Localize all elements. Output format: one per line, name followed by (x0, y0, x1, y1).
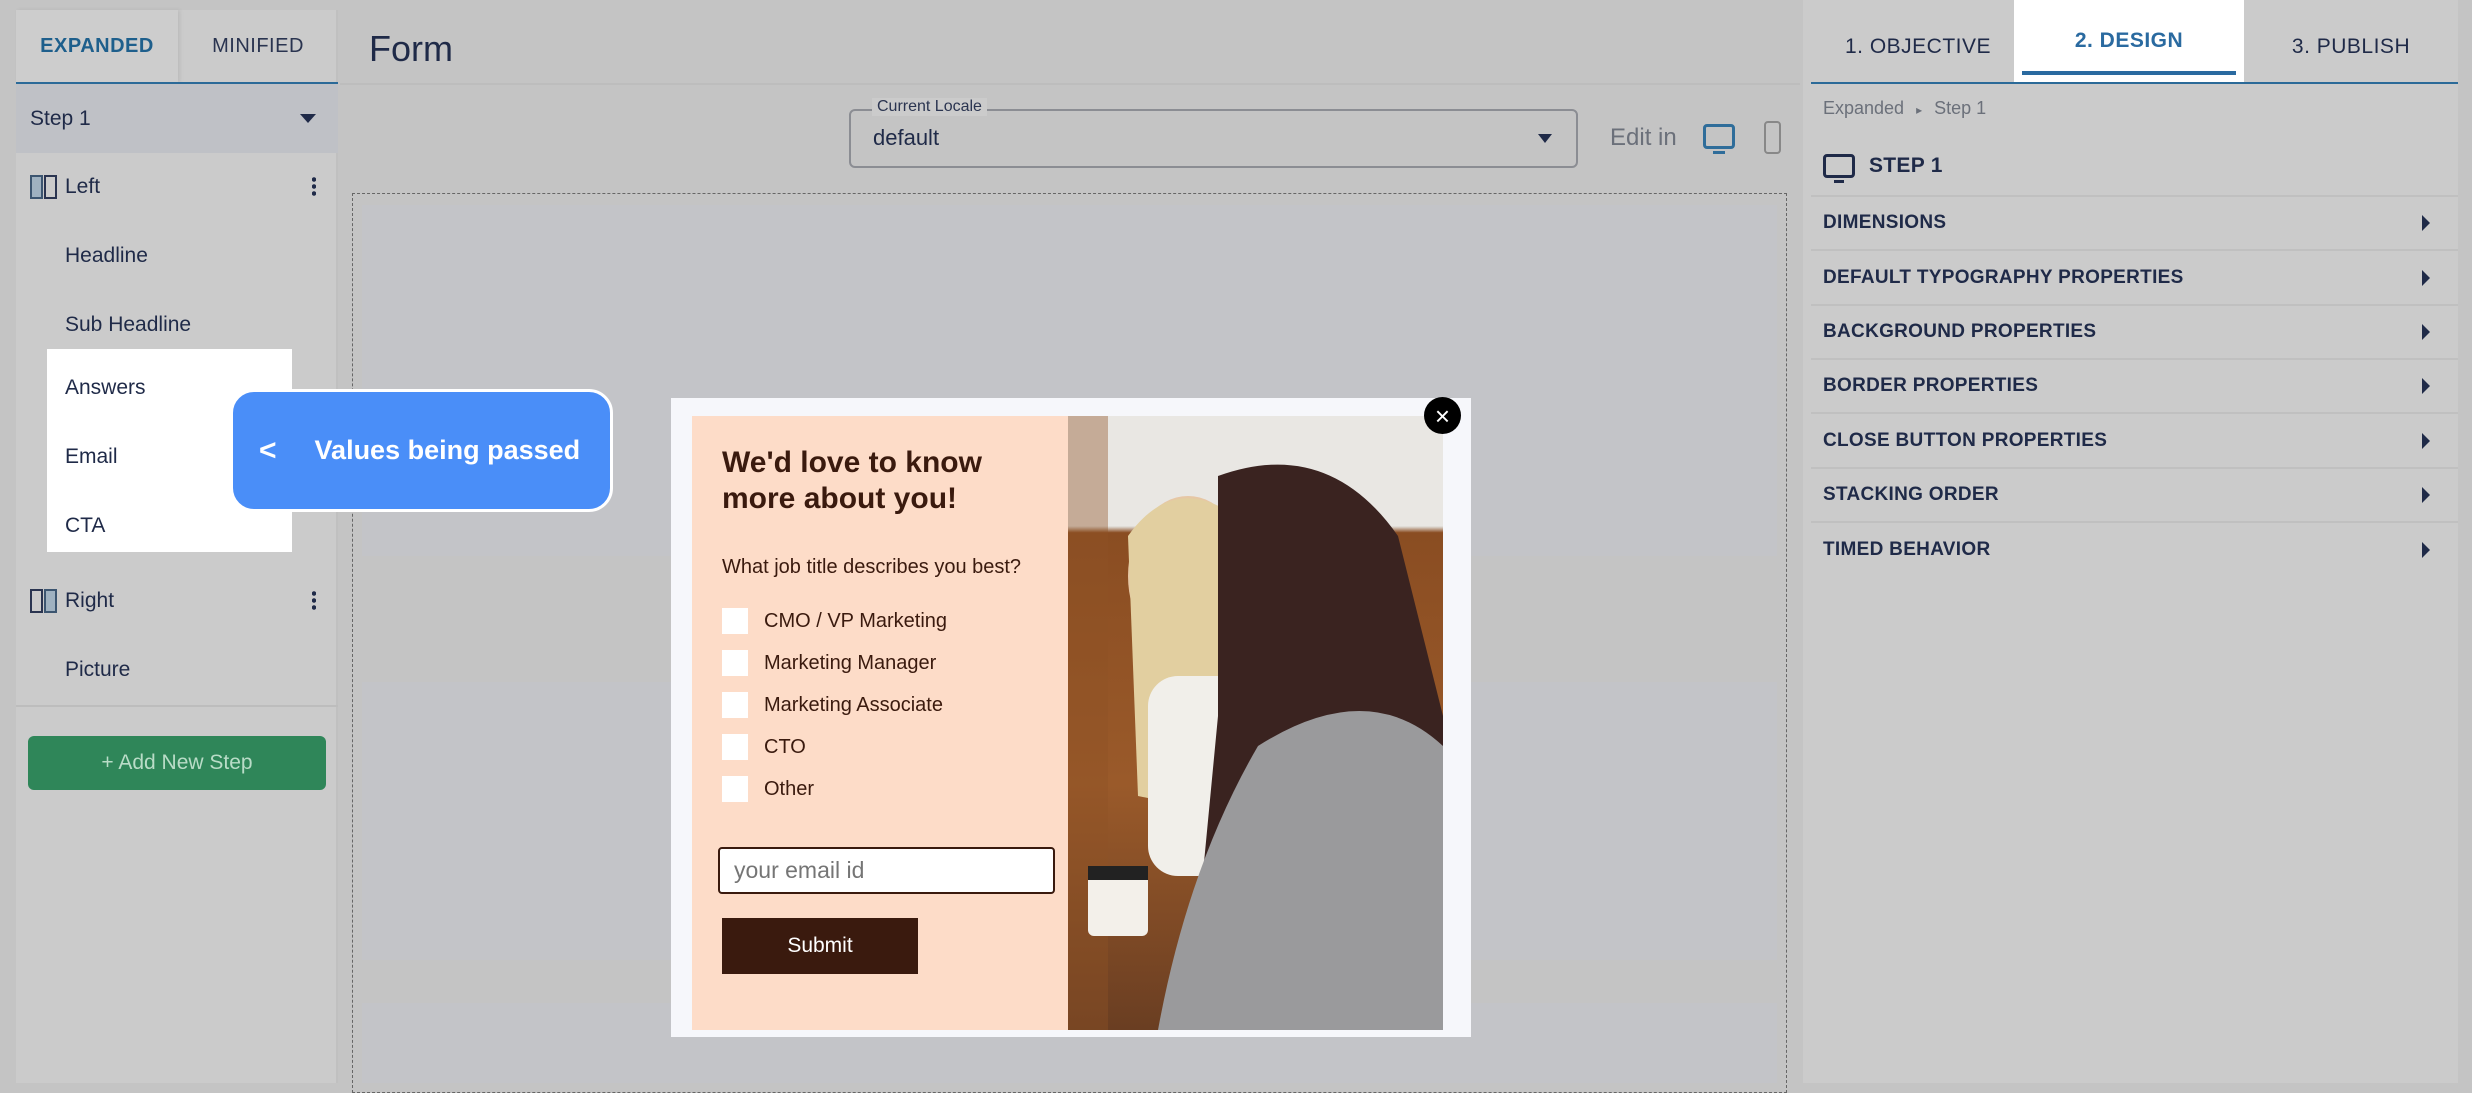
caret-right-icon (2422, 542, 2430, 558)
tab-expanded[interactable]: EXPANDED (16, 10, 178, 83)
checkbox[interactable] (722, 608, 748, 634)
more-options-icon[interactable] (312, 176, 316, 196)
section-border[interactable]: BORDER PROPERTIES (1811, 360, 2458, 414)
locale-value: default (873, 125, 940, 150)
option-label: CTO (764, 735, 806, 758)
section-label: STACKING ORDER (1823, 484, 1999, 505)
locale-label: Current Locale (872, 98, 987, 116)
section-timed-behavior[interactable]: TIMED BEHAVIOR (1811, 523, 2458, 577)
divider (340, 83, 1800, 85)
option-marketing-manager[interactable]: Marketing Manager (722, 650, 936, 676)
option-label: Marketing Associate (764, 693, 943, 716)
email-input[interactable] (718, 847, 1055, 894)
popup-headline: We'd love to know more about you! (722, 446, 982, 515)
step-select-value: Step 1 (30, 106, 91, 130)
checkbox[interactable] (722, 692, 748, 718)
tooltip-text: Values being passed (314, 435, 581, 465)
section-label: BORDER PROPERTIES (1823, 375, 2039, 396)
element-picture[interactable]: Picture (16, 645, 338, 695)
tab-objective[interactable]: 1. OBJECTIVE (1813, 10, 2023, 83)
section-label: BACKGROUND PROPERTIES (1823, 321, 2097, 342)
tab-design[interactable]: 2. DESIGN (2014, 0, 2244, 82)
option-label: Marketing Manager (764, 651, 937, 674)
tab-minified[interactable]: MINIFIED (178, 10, 338, 83)
section-label: DEFAULT TYPOGRAPHY PROPERTIES (1823, 266, 2184, 288)
caret-right-icon (2422, 269, 2430, 286)
option-other[interactable]: Other (722, 776, 814, 802)
add-new-step-button[interactable]: + Add New Step (28, 736, 326, 790)
section-stacking-order[interactable]: STACKING ORDER (1811, 469, 2458, 523)
caret-right-icon (2422, 324, 2430, 340)
locale-select[interactable] (849, 109, 1578, 168)
close-icon[interactable]: × (1424, 397, 1461, 434)
section-label: CLOSE BUTTON PROPERTIES (1823, 429, 2108, 451)
section-dimensions[interactable]: DIMENSIONS (1811, 197, 2458, 251)
section-background[interactable]: BACKGROUND PROPERTIES (1811, 306, 2458, 360)
caret-down-icon (1538, 134, 1552, 143)
option-cmo[interactable]: CMO / VP Marketing (722, 608, 947, 634)
popup-question: What job title describes you best? (722, 556, 1022, 578)
step-title: STEP 1 (1869, 154, 1943, 177)
section-label: TIMED BEHAVIOR (1823, 539, 1991, 560)
mobile-icon[interactable] (1764, 121, 1781, 154)
edit-in-label: Edit in (1610, 124, 1677, 151)
step-header: STEP 1 (1811, 137, 2458, 197)
caret-right-icon (2422, 487, 2430, 503)
option-cto[interactable]: CTO (722, 734, 806, 760)
breadcrumb-item[interactable]: Expanded (1823, 98, 1904, 118)
step-select[interactable]: Step 1 (16, 84, 338, 153)
element-headline[interactable]: Headline (16, 231, 338, 281)
chevron-right-icon: ▸ (1916, 103, 1923, 117)
more-options-icon[interactable] (312, 590, 316, 610)
tab-underline (1811, 82, 2458, 84)
option-label: CMO / VP Marketing (764, 609, 948, 632)
desktop-icon (1823, 154, 1855, 183)
popup-picture (1068, 416, 1443, 1030)
checkbox[interactable] (722, 776, 748, 802)
section-close-button[interactable]: CLOSE BUTTON PROPERTIES (1811, 414, 2458, 469)
option-label: Other (764, 777, 815, 800)
group-label: Left (65, 175, 101, 198)
caret-down-icon (300, 114, 316, 123)
caret-right-icon (2422, 215, 2430, 231)
tab-publish[interactable]: 3. PUBLISH (2244, 10, 2458, 83)
chevron-left-icon: < (259, 433, 277, 467)
section-typography[interactable]: DEFAULT TYPOGRAPHY PROPERTIES (1811, 251, 2458, 306)
breadcrumb-item: Step 1 (1934, 98, 1987, 118)
divider (16, 705, 338, 707)
submit-button[interactable]: Submit (722, 918, 918, 974)
checkbox[interactable] (722, 734, 748, 760)
page-title: Form (369, 28, 453, 69)
section-label: DIMENSIONS (1823, 212, 1947, 233)
desktop-icon[interactable] (1703, 124, 1735, 154)
checkbox[interactable] (722, 650, 748, 676)
element-sub-headline[interactable]: Sub Headline (16, 300, 338, 350)
group-label: Right (65, 589, 115, 612)
right-column-icon (30, 589, 57, 613)
breadcrumb: Expanded ▸ Step 1 (1823, 98, 1986, 119)
option-marketing-associate[interactable]: Marketing Associate (722, 692, 943, 718)
caret-right-icon (2422, 432, 2430, 449)
group-right[interactable]: Right (16, 576, 338, 626)
group-left[interactable]: Left (16, 162, 338, 212)
caret-right-icon (2422, 378, 2430, 394)
left-column-icon (30, 175, 57, 199)
values-tooltip: < Values being passed (230, 389, 613, 512)
